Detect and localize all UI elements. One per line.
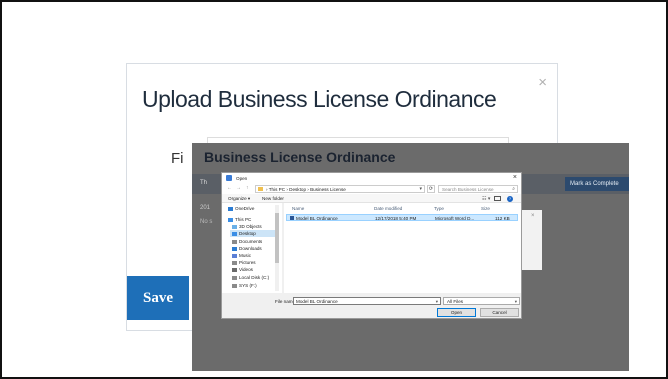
file-name-cell: Model BL Ordinance bbox=[296, 215, 338, 221]
view-options-icon[interactable]: ☷ ▾ bbox=[482, 196, 490, 202]
nav-item-pictures[interactable]: Pictures bbox=[232, 259, 256, 266]
file-date-cell: 12/17/2018 5:40 PM bbox=[375, 215, 417, 221]
column-header-date[interactable]: Date modified bbox=[374, 206, 402, 211]
download-icon bbox=[232, 246, 237, 251]
cube-icon bbox=[232, 224, 237, 229]
file-type-value: All Files bbox=[447, 299, 464, 304]
file-list: Name Date modified Type Size Model BL Or… bbox=[284, 203, 521, 293]
file-label: Fi bbox=[171, 150, 184, 167]
drive-icon bbox=[232, 283, 237, 288]
chrome-icon bbox=[226, 175, 232, 181]
nav-scrollbar[interactable] bbox=[275, 205, 279, 291]
word-document-icon bbox=[290, 216, 294, 220]
nav-scrollbar-thumb[interactable] bbox=[275, 213, 279, 263]
cancel-button[interactable]: Cancel bbox=[480, 308, 519, 317]
preview-pane-icon[interactable] bbox=[494, 195, 501, 201]
nav-item-desktop[interactable]: Desktop bbox=[230, 230, 276, 237]
file-name-input[interactable]: Model BL Ordinance ▾ bbox=[293, 297, 441, 305]
nav-item-downloads[interactable]: Downloads bbox=[232, 245, 262, 252]
folder-icon bbox=[258, 186, 263, 191]
nav-item-local-disk[interactable]: Local Disk (C:) bbox=[232, 274, 269, 281]
overlay-row-note: No s bbox=[200, 219, 213, 225]
back-arrow-icon[interactable]: ← bbox=[227, 185, 232, 191]
open-button[interactable]: Open bbox=[437, 308, 476, 317]
document-icon bbox=[232, 239, 237, 244]
search-placeholder: Search Business License bbox=[442, 186, 494, 192]
chevron-down-icon[interactable]: ▾ bbox=[419, 186, 422, 192]
column-header-size[interactable]: Size bbox=[481, 206, 490, 211]
save-button[interactable]: Save bbox=[127, 276, 189, 320]
drive-icon bbox=[232, 275, 237, 280]
desktop-icon bbox=[232, 231, 237, 236]
cloud-icon bbox=[228, 206, 233, 211]
picture-icon bbox=[232, 260, 237, 265]
forward-arrow-icon[interactable]: → bbox=[236, 185, 241, 191]
column-header-type[interactable]: Type bbox=[434, 206, 444, 211]
file-type-select[interactable]: All Files ▾ bbox=[443, 297, 520, 305]
nav-item-music[interactable]: Music bbox=[232, 252, 251, 259]
overlay-row-year: 201 bbox=[200, 205, 211, 211]
nav-item-3d-objects[interactable]: 3D Objects bbox=[232, 223, 262, 230]
help-icon[interactable]: ? bbox=[507, 195, 513, 202]
refresh-icon[interactable]: ⟳ bbox=[427, 184, 435, 193]
file-name-value: Model BL Ordinance bbox=[296, 299, 338, 304]
navigation-pane: OneDrive This PC 3D Objects Desktop Docu… bbox=[222, 203, 282, 293]
dialog-title: Open bbox=[236, 175, 248, 181]
address-row: ← → ↑ › This PC › Desktop › Business Lic… bbox=[222, 183, 521, 194]
file-row[interactable]: Model BL Ordinance 12/17/2018 5:40 PM Mi… bbox=[286, 214, 518, 221]
search-input[interactable]: Search Business License ⌕ bbox=[438, 184, 518, 193]
file-type-cell: Microsoft Word D... bbox=[435, 215, 475, 221]
breadcrumb: › This PC › Desktop › Business License bbox=[266, 186, 346, 192]
search-icon: ⌕ bbox=[512, 185, 515, 192]
nav-item-sys-drive[interactable]: SYS (F:) bbox=[232, 282, 257, 289]
organize-menu[interactable]: Organize ▾ bbox=[228, 196, 250, 202]
new-folder-button[interactable]: New folder bbox=[262, 196, 284, 201]
screen-frame: Upload Business License Ordinance × Fi S… bbox=[0, 0, 668, 379]
nav-item-documents[interactable]: Documents bbox=[232, 238, 262, 245]
close-icon[interactable]: × bbox=[538, 74, 547, 91]
video-icon bbox=[232, 267, 237, 272]
address-bar[interactable]: › This PC › Desktop › Business License ▾ bbox=[255, 184, 425, 193]
nav-item-videos[interactable]: Videos bbox=[232, 266, 253, 273]
nav-item-this-pc[interactable]: This PC bbox=[228, 216, 251, 223]
column-header-name[interactable]: Name bbox=[292, 206, 304, 211]
up-arrow-icon[interactable]: ↑ bbox=[246, 185, 249, 191]
overlay-page-title: Business License Ordinance bbox=[204, 149, 396, 165]
music-icon bbox=[232, 253, 237, 258]
command-bar: Organize ▾ New folder ☷ ▾ ? bbox=[222, 194, 521, 203]
chevron-down-icon[interactable]: ▾ bbox=[436, 299, 438, 305]
nav-item-onedrive[interactable]: OneDrive bbox=[228, 205, 254, 212]
dialog-titlebar: Open × bbox=[222, 173, 521, 183]
chevron-down-icon[interactable]: ▾ bbox=[515, 299, 517, 305]
computer-icon bbox=[228, 217, 233, 222]
open-file-dialog: Open × ← → ↑ › This PC › Desktop › Busin… bbox=[221, 172, 522, 319]
file-size-cell: 112 KB bbox=[495, 215, 510, 221]
overlay-panel-close-icon[interactable]: × bbox=[531, 213, 535, 219]
overlay-toolbar-text: Th bbox=[200, 180, 208, 186]
dialog-close-icon[interactable]: × bbox=[513, 174, 517, 181]
mark-as-complete-button[interactable]: Mark as Complete bbox=[565, 177, 629, 191]
upload-modal-title: Upload Business License Ordinance bbox=[142, 86, 497, 112]
